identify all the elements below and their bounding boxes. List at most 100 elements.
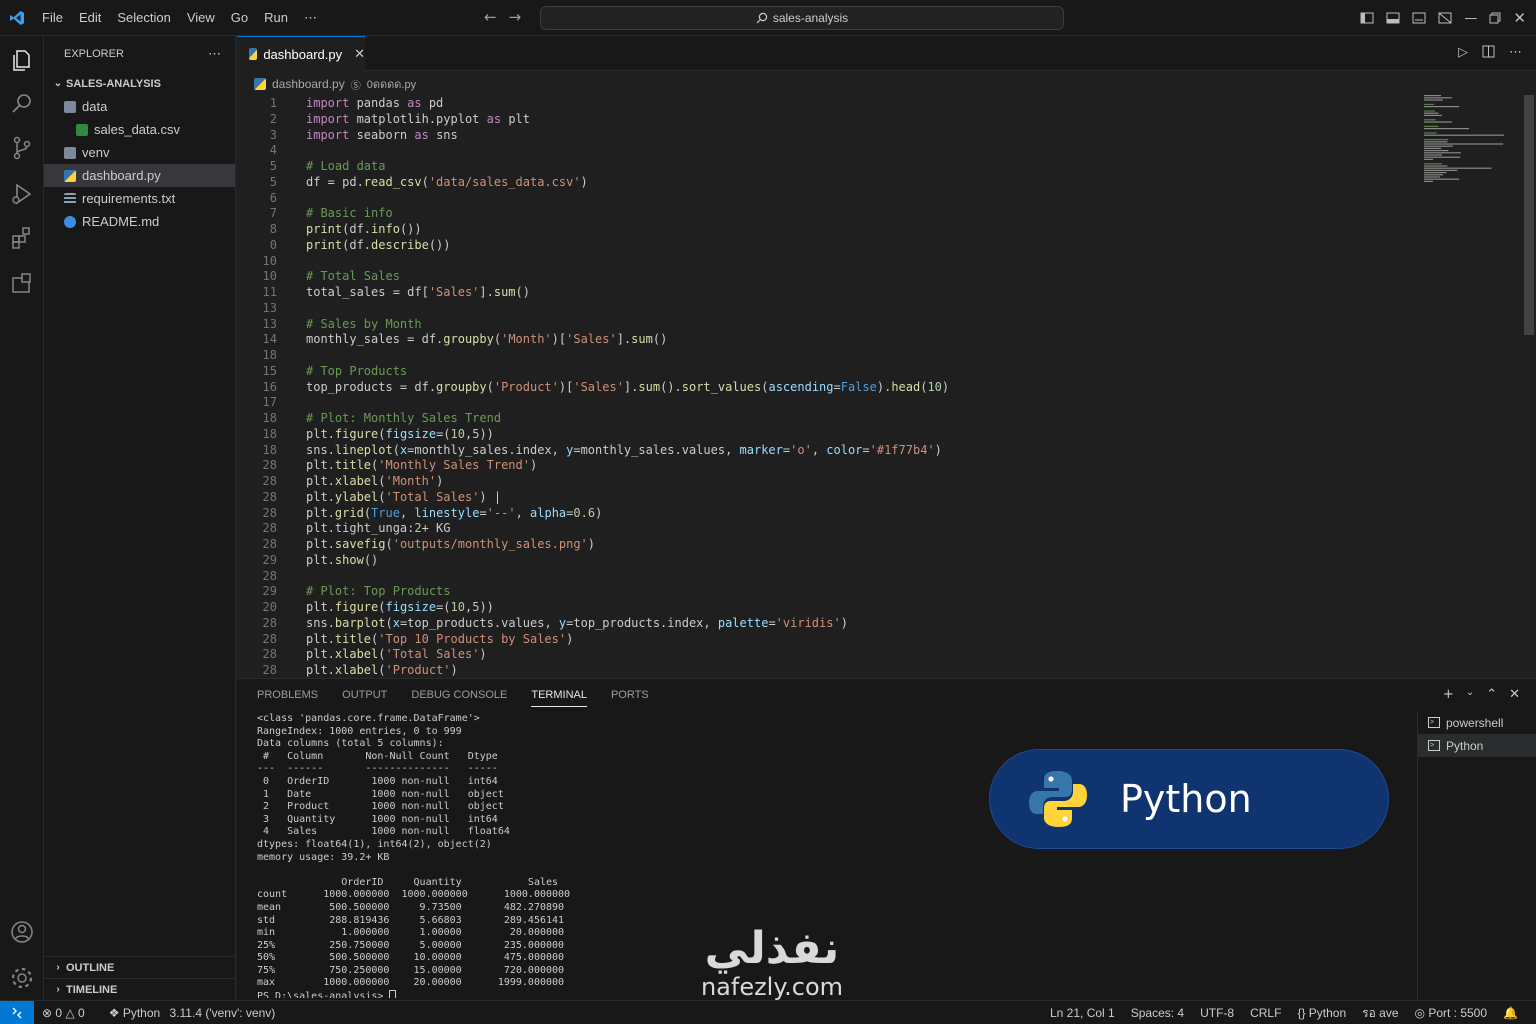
code-line[interactable]: 28 plt.xlabel('Product') [237,663,1422,677]
workspace-root[interactable]: ⌄ SALES-ANALYSIS [44,72,235,95]
new-terminal-icon[interactable]: + [1443,687,1454,702]
code-line[interactable]: 13 [237,301,1422,316]
end-of-line[interactable]: CRLF [1242,1006,1289,1020]
code-line[interactable]: 2 import matplotlih.pyplot as plt [237,112,1422,127]
customize-layout-icon[interactable] [1438,11,1452,25]
forward-arrow-icon[interactable]: → [509,8,522,26]
go-live[interactable]: รอ ave [1354,1004,1406,1023]
search-icon[interactable] [8,90,36,118]
tab-problems[interactable]: PROBLEMS [257,689,318,707]
tree-item-venv[interactable]: venv [44,141,235,164]
toggle-primary-sidebar-icon[interactable] [1360,11,1374,25]
code-line[interactable]: 11 total_sales = df['Sales'].sum() [237,285,1422,300]
code-line[interactable]: 28 plt.grid(True, linestyle='--', alpha=0… [237,506,1422,521]
close-window-icon[interactable]: ✕ [1513,9,1526,27]
tree-item-readme-md[interactable]: README.md [44,210,235,233]
tab-debug-console[interactable]: DEBUG CONSOLE [411,689,507,707]
code-line[interactable]: 1 import pandas as pd [237,96,1422,111]
code-line[interactable]: 28 plt.title('Monthly Sales Trend') [237,458,1422,473]
code-line[interactable]: 7 # Basic info [237,206,1422,221]
run-python-file-icon[interactable]: ▷ [1458,45,1468,60]
back-arrow-icon[interactable]: ← [484,8,497,26]
more-actions-icon[interactable]: ⋯ [1509,45,1522,60]
more-actions-icon[interactable]: ⋯ [208,46,221,62]
code-line[interactable]: 5 df = pd.read_csv('data/sales_data.csv') [237,175,1422,190]
split-editor-icon[interactable] [1482,45,1495,58]
menu-edit[interactable]: Edit [71,10,109,25]
tab-terminal[interactable]: TERMINAL [531,689,587,707]
menu-more[interactable]: ⋯ [296,10,325,26]
code-line[interactable]: 28 plt.tight_unga:2+ KG [237,521,1422,536]
account-icon[interactable] [8,918,36,946]
toggle-secondary-sidebar-icon[interactable] [1412,11,1426,25]
chevron-down-icon[interactable]: ⌄ [1466,687,1474,702]
editor-scrollbar[interactable] [1524,95,1534,335]
interpreter-status[interactable]: ❖ Python 3.11.4 ('venv': venv) [101,1006,284,1020]
minimize-icon[interactable]: — [1464,11,1477,26]
code-line[interactable]: 10 [237,254,1422,269]
manage-gear-icon[interactable] [8,964,36,992]
code-line[interactable]: 18 sns.lineplot(x=monthly_sales.index, y=… [237,443,1422,458]
code-line[interactable]: 13 # Sales by Month [237,317,1422,332]
remote-indicator-icon[interactable] [0,1000,34,1024]
breadcrumb-symbol[interactable]: 0ดดดด.py [367,75,416,93]
code-line[interactable]: 0 print(df.describe()) [237,238,1422,253]
language-mode[interactable]: {} Python [1289,1006,1354,1020]
menu-selection[interactable]: Selection [109,10,178,25]
code-line[interactable]: 5 # Load data [237,159,1422,174]
code-line[interactable]: 28 plt.xlabel('Month') [237,474,1422,489]
code-line[interactable]: 28 plt.savefig('outputs/monthly_sales.png… [237,537,1422,552]
problems-status[interactable]: ⊗ 0 △ 0 [34,1006,93,1020]
code-line[interactable]: 17 [237,395,1422,410]
restore-icon[interactable] [1489,12,1501,24]
code-line[interactable]: 28 plt.xlabel('Total Sales') [237,647,1422,662]
tree-item-dashboard-py[interactable]: dashboard.py [44,164,235,187]
code-line[interactable]: 4 [237,143,1422,158]
live-server-port[interactable]: ◎ Port : 5500 [1407,1006,1496,1020]
terminal-item-powershell[interactable]: > powershell [1418,711,1536,734]
code-line[interactable]: 28 plt.title('Top 10 Products by Sales') [237,632,1422,647]
tab-output[interactable]: OUTPUT [342,689,387,707]
code-line[interactable]: 16 top_products = df.groupby('Product')['… [237,380,1422,395]
close-panel-icon[interactable]: ✕ [1509,687,1520,702]
code-line[interactable]: 29 # Plot: Top Products [237,584,1422,599]
code-line[interactable]: 18 # Plot: Monthly Sales Trend [237,411,1422,426]
timeline-section[interactable]: › TIMELINE [44,978,235,1000]
menu-view[interactable]: View [179,10,223,25]
cursor-position[interactable]: Ln 21, Col 1 [1042,1006,1123,1020]
explorer-icon[interactable] [8,46,36,74]
command-center[interactable]: sales-analysis [540,6,1064,30]
code-line[interactable]: 28 [237,569,1422,584]
code-line[interactable]: 28 plt.ylabel('Total Sales') | [237,490,1422,505]
code-line[interactable]: 10 # Total Sales [237,269,1422,284]
code-line[interactable]: 28 sns.barplot(x=top_products.values, y=t… [237,616,1422,631]
code-line[interactable]: 15 # Top Products [237,364,1422,379]
run-debug-icon[interactable] [8,180,36,208]
encoding[interactable]: UTF-8 [1192,1006,1242,1020]
code-line[interactable]: 3 import seaborn as sns [237,128,1422,143]
breadcrumb-file[interactable]: dashboard.py [272,77,345,91]
tree-item-requirements-txt[interactable]: requirements.txt [44,187,235,210]
extensions-icon[interactable] [8,224,36,252]
menu-go[interactable]: Go [223,10,256,25]
tab-ports[interactable]: PORTS [611,689,649,707]
code-line[interactable]: 20 plt.figure(figsize=(10,5)) [237,600,1422,615]
menu-file[interactable]: File [34,10,71,25]
code-line[interactable]: 29 plt.show() [237,553,1422,568]
maximize-panel-icon[interactable]: ⌃ [1486,687,1497,702]
terminal-item-python[interactable]: > Python [1418,734,1536,757]
tree-item-data[interactable]: data [44,95,235,118]
tab-dashboard-py[interactable]: dashboard.py ✕ [237,36,365,71]
code-line[interactable]: 14 monthly_sales = df.groupby('Month')['S… [237,332,1422,347]
toggle-panel-icon[interactable] [1386,11,1400,25]
minimap[interactable] [1422,94,1518,194]
code-line[interactable]: 8 print(df.info()) [237,222,1422,237]
source-control-icon[interactable] [8,134,36,162]
tree-item-sales-data-csv[interactable]: sales_data.csv [44,118,235,141]
indentation[interactable]: Spaces: 4 [1123,1006,1192,1020]
code-line[interactable]: 18 [237,348,1422,363]
code-line[interactable]: 6 [237,191,1422,206]
outline-section[interactable]: › OUTLINE [44,956,235,978]
menu-run[interactable]: Run [256,10,296,25]
code-editor[interactable]: 1 import pandas as pd 2 import matplotlih.p… [237,95,1422,677]
